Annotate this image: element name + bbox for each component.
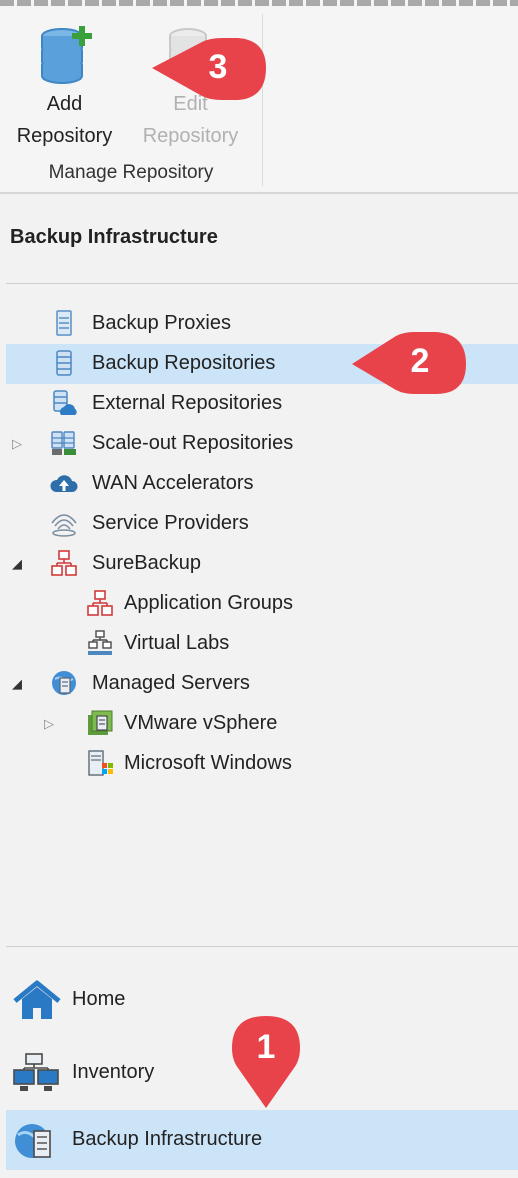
backup-infrastructure-icon: [15, 1124, 51, 1158]
tree-item-label: Managed Servers: [92, 672, 250, 694]
nav-item-label: Inventory: [72, 1061, 155, 1083]
tree-item-surebackup[interactable]: ◢ SureBackup: [6, 544, 518, 584]
tree-item-microsoft-windows[interactable]: Microsoft Windows: [6, 744, 518, 784]
nav-item-label: Home: [72, 988, 126, 1010]
tree-item-label: VMware vSphere: [124, 712, 278, 734]
application-group-icon: [87, 590, 113, 616]
add-repository-button[interactable]: Add Repository: [2, 18, 127, 158]
home-icon: [13, 980, 61, 1019]
windows-server-icon: [88, 750, 113, 776]
tree-item-label: Application Groups: [124, 592, 293, 614]
tree-item-wan-accelerators[interactable]: WAN Accelerators: [6, 464, 518, 504]
ribbon-top-edge: [0, 0, 518, 6]
pane-title: Backup Infrastructure: [10, 226, 218, 248]
add-database-icon: [41, 26, 92, 84]
tree-item-label: Scale-out Repositories: [92, 432, 294, 454]
tree-item-label: Virtual Labs: [124, 632, 230, 654]
nav-divider: [6, 946, 518, 947]
nav-item-backup-infrastructure[interactable]: Backup Infrastructure: [6, 1110, 518, 1170]
expand-chevron-icon[interactable]: ▷: [44, 714, 58, 734]
repository-icon: [56, 350, 72, 376]
virtual-lab-icon: [88, 630, 112, 655]
add-repository-label-line1: Add: [46, 93, 83, 115]
wan-accelerator-icon: [50, 475, 78, 492]
collapse-triangle-icon[interactable]: ◢: [12, 554, 26, 574]
pane-divider: [6, 283, 518, 284]
edit-repository-label-line2: Repository: [142, 125, 239, 147]
ribbon-group-label: Manage Repository: [48, 162, 214, 183]
tree-item-application-groups[interactable]: Application Groups: [6, 584, 518, 624]
tree-item-service-providers[interactable]: Service Providers: [6, 504, 518, 544]
tree-item-label: Microsoft Windows: [124, 752, 292, 774]
collapse-triangle-icon[interactable]: ◢: [12, 674, 26, 694]
tree-item-label: Backup Repositories: [92, 352, 276, 374]
inventory-icon: [13, 1053, 59, 1091]
callout-2: 2: [352, 328, 470, 398]
tree-item-label: WAN Accelerators: [92, 472, 254, 494]
tree-item-scale-out-repositories[interactable]: ▷ Scale-out Repositories: [6, 424, 518, 464]
callout-3: 3: [150, 36, 270, 106]
tree-item-virtual-labs[interactable]: Virtual Labs: [6, 624, 518, 664]
tree-item-label: Backup Proxies: [92, 312, 231, 334]
tree-item-managed-servers[interactable]: ◢ Managed Servers: [6, 664, 518, 704]
callout-1: 1: [228, 1010, 304, 1110]
service-provider-icon: [51, 514, 77, 537]
tree-item-label: Service Providers: [92, 512, 249, 534]
cloud-repository-icon: [53, 390, 77, 415]
callout-1-number: 1: [256, 1028, 276, 1066]
proxy-server-icon: [56, 310, 72, 336]
callout-2-number: 2: [410, 342, 430, 380]
vsphere-icon: [88, 710, 113, 735]
callout-3-number: 3: [208, 48, 228, 86]
tree-item-label: SureBackup: [92, 552, 201, 574]
tree-item-label: External Repositories: [92, 392, 283, 414]
surebackup-icon: [51, 550, 77, 576]
expand-chevron-icon[interactable]: ▷: [12, 434, 26, 454]
managed-servers-icon: [52, 671, 76, 695]
scale-out-icon: [51, 431, 76, 455]
nav-item-label: Backup Infrastructure: [72, 1128, 263, 1150]
add-repository-label-line2: Repository: [16, 125, 113, 147]
tree-item-vmware-vsphere[interactable]: ▷ VMware vSphere: [6, 704, 518, 744]
